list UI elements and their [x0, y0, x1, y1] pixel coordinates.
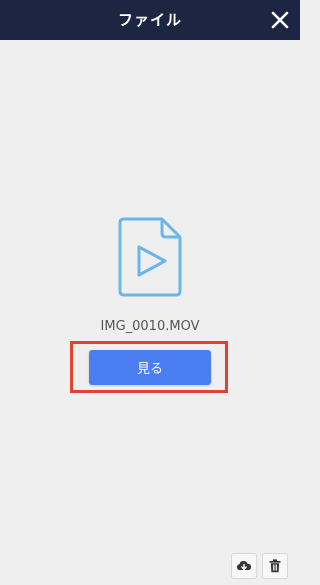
trash-icon	[269, 559, 281, 573]
download-button[interactable]	[231, 553, 257, 579]
close-icon	[271, 11, 289, 29]
delete-button[interactable]	[262, 553, 288, 579]
file-name: IMG_0010.MOV	[100, 319, 200, 334]
header-bar: ファイル	[0, 0, 300, 40]
video-file-icon	[118, 217, 182, 297]
file-preview-area: IMG_0010.MOV 見る	[0, 40, 300, 585]
cloud-download-icon	[237, 561, 251, 571]
view-button[interactable]: 見る	[89, 350, 211, 385]
close-button[interactable]	[268, 8, 292, 32]
page-title: ファイル	[117, 11, 182, 29]
